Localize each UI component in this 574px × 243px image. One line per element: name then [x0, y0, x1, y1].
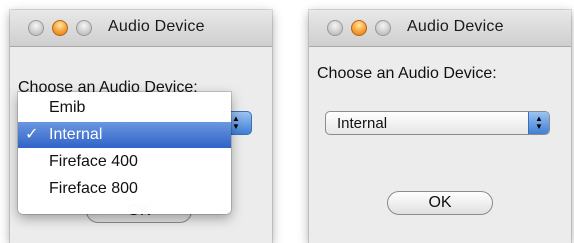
title-bar: Audio Device [10, 10, 272, 47]
popup-arrows: ▲ ▼ [528, 112, 549, 134]
window-title: Audio Device [407, 18, 504, 35]
choose-device-label: Choose an Audio Device: [317, 65, 497, 82]
minimize-button[interactable] [52, 20, 68, 36]
menu-item-label: Fireface 400 [49, 153, 138, 170]
ok-button[interactable]: OK [387, 191, 493, 215]
audio-device-dialog-left: Audio Device Choose an Audio Device: ▲ ▼… [10, 10, 272, 243]
chevron-down-icon: ▼ [232, 122, 240, 131]
device-popup-button[interactable]: Internal ▲ ▼ [325, 111, 550, 135]
close-button[interactable] [327, 20, 343, 36]
menu-item-fireface-400[interactable]: Fireface 400 [18, 149, 231, 175]
minimize-button[interactable] [351, 20, 367, 36]
chevron-down-icon: ▼ [535, 122, 543, 131]
device-dropdown-menu: Emib ✓ Internal Fireface 400 Fireface 80… [18, 92, 231, 214]
close-button[interactable] [28, 20, 44, 36]
menu-item-label: Emib [49, 99, 86, 116]
zoom-button[interactable] [375, 20, 391, 36]
menu-item-label: Internal [49, 126, 103, 143]
title-bar: Audio Device [309, 10, 571, 47]
checkmark-icon: ✓ [25, 126, 39, 143]
audio-device-dialog-right: Audio Device Choose an Audio Device: Int… [309, 10, 571, 243]
zoom-button[interactable] [76, 20, 92, 36]
selected-device-value: Internal [337, 115, 388, 132]
menu-item-emib[interactable]: Emib [18, 95, 231, 121]
menu-item-label: Fireface 800 [49, 180, 138, 197]
menu-item-internal[interactable]: ✓ Internal [18, 122, 231, 148]
menu-item-fireface-800[interactable]: Fireface 800 [18, 176, 231, 202]
window-title: Audio Device [108, 18, 205, 35]
